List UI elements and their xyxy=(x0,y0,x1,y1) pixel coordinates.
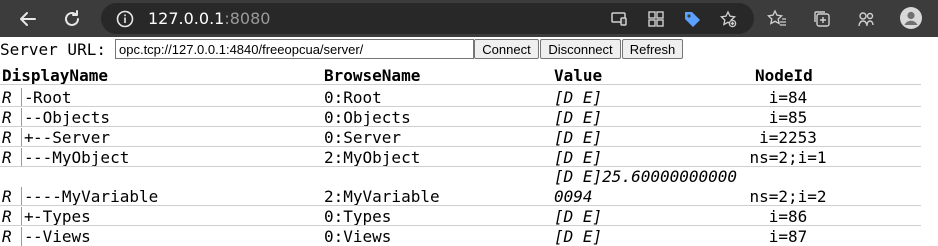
header-nodeid: NodeId xyxy=(755,66,813,85)
browse-name: 0:Server xyxy=(324,128,402,147)
read-button[interactable]: R xyxy=(2,128,12,147)
disconnect-button[interactable]: Disconnect xyxy=(540,39,621,59)
header-displayname: DisplayName xyxy=(2,66,108,85)
node-id: i=87 xyxy=(768,227,808,246)
display-name: -Types xyxy=(33,207,91,226)
node-value[interactable]: [D E]25.60000000000 xyxy=(554,167,737,186)
back-icon[interactable] xyxy=(13,4,43,34)
node-id: ns=2;i=1 xyxy=(749,148,827,167)
node-id: i=2253 xyxy=(759,128,817,147)
header-value: Value xyxy=(554,66,603,85)
value-buttons[interactable]: [D E] xyxy=(554,167,602,186)
display-name: --Server xyxy=(33,128,111,147)
extensions-icon[interactable] xyxy=(855,8,877,30)
favorites-icon[interactable] xyxy=(766,8,788,30)
row-divider xyxy=(0,146,921,147)
refresh-button[interactable]: Refresh xyxy=(622,39,683,59)
expand-toggle[interactable]: - xyxy=(21,108,34,127)
connect-button[interactable]: Connect xyxy=(474,39,539,59)
browse-name: 2:MyVariable xyxy=(324,187,440,206)
browse-name: 0:Types xyxy=(324,207,392,226)
url-port: :8080 xyxy=(224,9,271,28)
node-id: i=84 xyxy=(768,88,808,107)
node-value[interactable]: [D E] xyxy=(554,207,602,226)
node-value[interactable]: [D E] xyxy=(554,108,602,127)
tag-icon[interactable] xyxy=(681,8,703,30)
row-divider xyxy=(0,126,921,127)
read-button[interactable]: R xyxy=(2,207,12,226)
display-name: Root xyxy=(33,88,72,107)
row-divider xyxy=(0,84,921,85)
browse-name: 0:Objects xyxy=(324,108,411,127)
value-line-2: 0094 xyxy=(554,187,593,206)
server-url-row: Server URL: Connect Disconnect Refresh xyxy=(0,38,938,60)
row-divider xyxy=(0,106,921,107)
browse-name: 0:Views xyxy=(324,227,392,246)
display-name: -Views xyxy=(33,227,91,246)
expand-toggle[interactable]: - xyxy=(21,88,34,107)
expand-toggle[interactable]: + xyxy=(21,207,34,226)
url-text: 127.0.0.1:8080 xyxy=(148,9,270,28)
expand-toggle[interactable]: - xyxy=(21,187,34,206)
row-divider xyxy=(0,205,921,206)
read-button[interactable]: R xyxy=(2,227,12,246)
expand-toggle[interactable]: - xyxy=(21,227,34,246)
browse-name: 2:MyObject xyxy=(324,148,421,167)
profile-icon[interactable] xyxy=(899,6,923,30)
site-info-icon[interactable] xyxy=(115,9,135,29)
expand-toggle[interactable]: + xyxy=(21,128,34,147)
node-id: i=85 xyxy=(768,108,808,127)
read-button[interactable]: R xyxy=(2,108,12,127)
collections-icon[interactable] xyxy=(811,8,833,30)
address-bar[interactable]: 127.0.0.1:8080 xyxy=(101,3,754,34)
reload-icon[interactable] xyxy=(57,4,87,34)
add-bookmark-icon[interactable] xyxy=(718,9,738,29)
read-button[interactable]: R xyxy=(2,187,12,206)
node-value[interactable]: [D E] xyxy=(554,128,602,147)
header-browsename: BrowseName xyxy=(324,66,421,85)
value-line-1: 25.60000000000 xyxy=(602,167,738,186)
row-divider xyxy=(0,166,921,167)
display-name: ---MyVariable xyxy=(33,187,159,206)
node-id: ns=2;i=2 xyxy=(749,187,827,206)
read-button[interactable]: R xyxy=(2,148,12,167)
display-name: -Objects xyxy=(33,108,111,127)
node-id: i=86 xyxy=(768,207,808,226)
server-url-label: Server URL: xyxy=(0,40,106,59)
browse-name: 0:Root xyxy=(324,88,382,107)
display-name: --MyObject xyxy=(33,148,130,167)
browser-toolbar: 127.0.0.1:8080 xyxy=(0,0,938,37)
server-url-input[interactable] xyxy=(115,39,474,59)
expand-toggle[interactable]: - xyxy=(21,148,34,167)
read-button[interactable]: R xyxy=(2,88,12,107)
row-divider xyxy=(0,225,921,226)
node-value[interactable]: [D E] xyxy=(554,88,602,107)
url-host: 127.0.0.1 xyxy=(148,9,225,28)
node-value[interactable]: [D E] xyxy=(554,227,602,246)
apps-icon[interactable] xyxy=(646,9,666,29)
node-value[interactable]: [D E] xyxy=(554,148,602,167)
cast-icon[interactable] xyxy=(609,9,629,29)
